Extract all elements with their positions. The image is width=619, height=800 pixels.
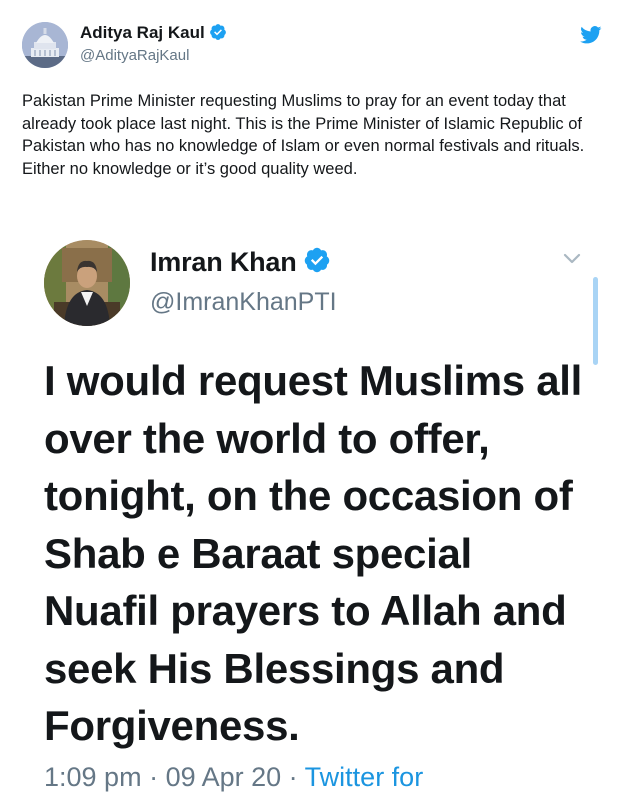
embedded-author-name: Imran Khan <box>150 246 331 281</box>
author-avatar[interactable] <box>22 22 68 68</box>
meta-separator: · <box>281 762 305 792</box>
author-handle[interactable]: @AdityaRajKaul <box>80 47 189 64</box>
embedded-tweet-screenshot: Imran Khan @ImranKhanPTI I would request… <box>0 230 619 800</box>
verified-badge-icon <box>303 246 331 281</box>
embedded-author-name-label: Imran Khan <box>150 247 297 277</box>
author-name[interactable]: Aditya Raj Kaul <box>80 23 227 46</box>
tweet-text: Pakistan Prime Minister requesting Musli… <box>22 92 585 178</box>
embedded-tweet-meta: 1:09 pm · 09 Apr 20 · Twitter for <box>44 762 423 793</box>
author-name-label: Aditya Raj Kaul <box>80 23 205 42</box>
embedded-author-avatar <box>44 240 130 326</box>
meta-separator: · <box>141 762 166 792</box>
embedded-tweet-source: Twitter for <box>304 762 424 792</box>
tweet-header: Aditya Raj Kaul @AdityaRajKaul <box>22 20 602 72</box>
chevron-down-icon <box>562 252 582 271</box>
embedded-tweet-date: 09 Apr 20 <box>165 762 282 792</box>
embedded-tweet-text: I would request Muslims all over the wor… <box>44 357 583 749</box>
embedded-tweet-time: 1:09 pm <box>44 762 142 792</box>
embedded-author-handle: @ImranKhanPTI <box>150 288 337 316</box>
scrollbar <box>593 277 598 365</box>
twitter-bird-icon[interactable] <box>580 26 602 49</box>
verified-badge-icon <box>209 23 227 46</box>
